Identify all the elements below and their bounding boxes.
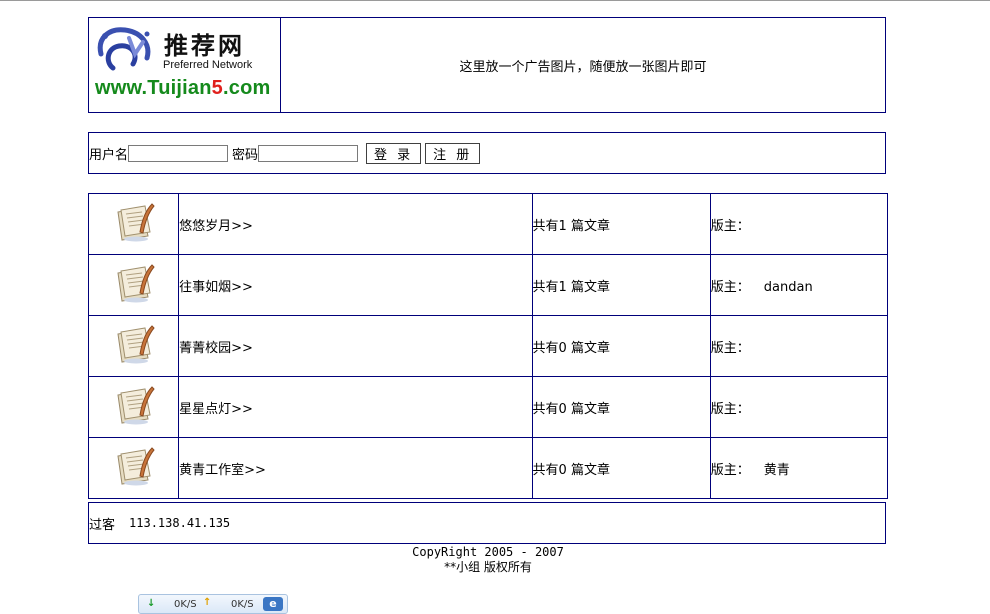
forum-moderator-cell: 版主： 黄青 <box>709 437 889 499</box>
forum-link-cell: 菁菁校园>> <box>178 315 533 377</box>
article-count-text: 共有0 篇文章 <box>532 462 610 478</box>
forum-moderator-cell: 版主： <box>709 315 889 377</box>
window-top-border <box>0 0 990 1</box>
forum-article-count: 共有1 篇文章 <box>531 193 711 255</box>
visitor-ip: 113.138.41.135 <box>129 516 231 530</box>
forum-moderator-cell: 版主： <box>709 376 889 438</box>
site-logo[interactable]: 推荐网 Preferred Network www.Tuijian5.com <box>89 18 281 112</box>
forum-link-cell: 黄青工作室>> <box>178 437 533 499</box>
copyright-text: CopyRight 2005 - 2007 <box>412 545 564 559</box>
forum-article-count: 共有1 篇文章 <box>531 254 711 316</box>
quill-document-icon <box>112 386 156 429</box>
forum-icon-cell <box>87 376 180 438</box>
forum-list: 悠悠岁月>> 共有1 篇文章 版主： 往事如烟>> 共有1 篇文章 版主： dandan 菁菁… <box>87 193 889 499</box>
logo-chinese-text: 推荐网 <box>164 31 245 60</box>
visitor-label: 过客 <box>89 517 116 533</box>
forum-icon-cell <box>87 315 180 377</box>
forum-article-count: 共有0 篇文章 <box>531 315 711 377</box>
table-row: 星星点灯>> 共有0 篇文章 版主： <box>87 376 889 438</box>
forum-article-count: 共有0 篇文章 <box>531 437 711 499</box>
download-speed: 0K/S <box>174 599 197 610</box>
network-speed-widget[interactable]: ↓ 0K/S ↑ 0K/S e <box>138 594 288 614</box>
login-button[interactable]: 登 录 <box>366 142 422 164</box>
moderator-label: 版主： <box>710 279 750 295</box>
table-row: 黄青工作室>> 共有0 篇文章 版主： 黄青 <box>87 437 889 499</box>
forum-link-cell: 星星点灯>> <box>178 376 533 438</box>
moderator-label: 版主： <box>710 462 750 478</box>
upload-arrow-icon: ↑ <box>203 597 212 608</box>
forum-link-cell: 往事如烟>> <box>178 254 533 316</box>
owner-text: **小组 版权所有 <box>444 560 532 574</box>
logo-url-text: www.Tuijian5.com <box>95 77 270 100</box>
forum-icon-cell <box>87 437 180 499</box>
moderator-label: 版主： <box>710 340 750 356</box>
page-footer: CopyRight 2005 - 2007 **小组 版权所有 <box>88 545 888 575</box>
ad-banner[interactable]: 这里放一个广告图片，随便放一张图片即可 <box>281 18 885 112</box>
moderator-name[interactable]: 黄青 <box>764 463 790 478</box>
site-header: 推荐网 Preferred Network www.Tuijian5.com 这… <box>88 17 886 113</box>
forum-link[interactable]: 黄青工作室>> <box>179 463 266 478</box>
username-input[interactable] <box>128 144 229 162</box>
quill-document-icon <box>112 325 156 368</box>
logo-url-five: 5 <box>211 77 223 99</box>
password-input[interactable] <box>258 144 359 162</box>
upload-speed: 0K/S <box>231 599 254 610</box>
logo-url-part: www.Tuijian <box>95 77 212 99</box>
quill-document-icon <box>112 203 156 246</box>
forum-link[interactable]: 星星点灯>> <box>179 402 253 417</box>
download-arrow-icon: ↓ <box>147 598 156 609</box>
register-button[interactable]: 注 册 <box>425 142 481 164</box>
logo-mark-icon <box>97 27 151 71</box>
article-count-text: 共有1 篇文章 <box>532 279 610 295</box>
password-label: 密码 <box>232 147 259 163</box>
table-row: 往事如烟>> 共有1 篇文章 版主： dandan <box>87 254 889 316</box>
ie-icon[interactable]: e <box>263 597 283 611</box>
forum-link[interactable]: 菁菁校园>> <box>179 341 253 356</box>
forum-link[interactable]: 悠悠岁月>> <box>179 219 253 234</box>
article-count-text: 共有0 篇文章 <box>532 401 610 417</box>
table-row: 菁菁校园>> 共有0 篇文章 版主： <box>87 315 889 377</box>
ad-text: 这里放一个广告图片，随便放一张图片即可 <box>459 59 707 75</box>
forum-moderator-cell: 版主： dandan <box>709 254 889 316</box>
forum-moderator-cell: 版主： <box>709 193 889 255</box>
moderator-name[interactable]: dandan <box>764 280 813 295</box>
article-count-text: 共有1 篇文章 <box>532 218 610 234</box>
visitor-bar: 过客 113.138.41.135 <box>88 502 886 544</box>
forum-link-cell: 悠悠岁月>> <box>178 193 533 255</box>
logo-url-suffix: .com <box>222 77 271 99</box>
login-bar: 用户名 密码 登 录 注 册 <box>88 132 886 174</box>
forum-icon-cell <box>87 254 180 316</box>
username-label: 用户名 <box>89 147 129 163</box>
forum-article-count: 共有0 篇文章 <box>531 376 711 438</box>
forum-icon-cell <box>87 193 180 255</box>
article-count-text: 共有0 篇文章 <box>532 340 610 356</box>
moderator-label: 版主： <box>710 401 750 417</box>
quill-document-icon <box>112 447 156 490</box>
logo-english-text: Preferred Network <box>163 59 253 71</box>
forum-link[interactable]: 往事如烟>> <box>179 280 253 295</box>
quill-document-icon <box>112 264 156 307</box>
moderator-label: 版主： <box>710 218 750 234</box>
table-row: 悠悠岁月>> 共有1 篇文章 版主： <box>87 193 889 255</box>
